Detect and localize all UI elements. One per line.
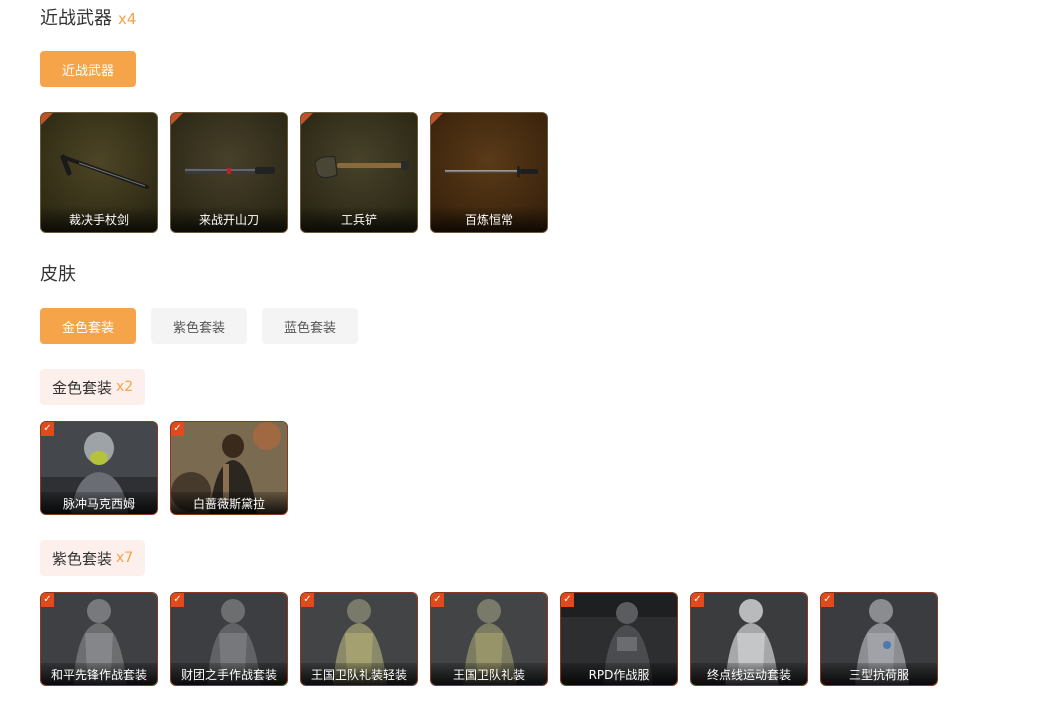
skin-name: 财团之手作战套装	[171, 663, 287, 685]
skin-name: 白蔷薇斯黛拉	[171, 492, 287, 514]
skin-name: 终点线运动套装	[691, 663, 807, 685]
skin-section-title: 皮肤	[40, 260, 76, 286]
selected-check-icon: ✓	[431, 593, 444, 607]
corner-flag-icon	[301, 113, 313, 125]
skin-card[interactable]: ✓ 王国卫队礼装轻装	[300, 592, 418, 686]
skin-card[interactable]: ✓ RPD作战服	[560, 592, 678, 686]
tab-blue-set[interactable]: 蓝色套装	[262, 308, 358, 344]
tab-gold-set-label: 金色套装	[61, 320, 114, 336]
shovel-icon	[314, 156, 409, 179]
sword-icon	[445, 166, 538, 177]
tab-gold-set[interactable]: 金色套装	[40, 308, 136, 344]
skin-card[interactable]: ✓ 三型抗荷服	[820, 592, 938, 686]
skin-card[interactable]: ✓ 白蔷薇斯黛拉	[170, 421, 288, 515]
corner-flag-icon	[41, 113, 53, 125]
skin-title: 皮肤	[40, 264, 76, 285]
skin-name: 脉冲马克西姆	[41, 492, 157, 514]
purple-group-label: 紫色套装 x7	[40, 540, 146, 576]
weapon-name: 裁决手杖剑	[41, 206, 157, 232]
skin-card[interactable]: ✓ 终点线运动套装	[690, 592, 808, 686]
purple-group-count: x7	[116, 550, 134, 566]
selected-check-icon: ✓	[41, 422, 54, 436]
selected-check-icon: ✓	[561, 593, 574, 607]
melee-title: 近战武器	[40, 8, 112, 29]
skin-name: 三型抗荷服	[821, 663, 937, 685]
weapon-card-shovel[interactable]: 工兵铲	[300, 112, 418, 233]
skin-name: 王国卫队礼装轻装	[301, 663, 417, 685]
selected-check-icon: ✓	[171, 422, 184, 436]
selected-check-icon: ✓	[171, 593, 184, 607]
skin-card[interactable]: ✓ 脉冲马克西姆	[40, 421, 158, 515]
tab-purple-set-label: 紫色套装	[172, 320, 225, 336]
weapon-name: 百炼恒常	[431, 206, 547, 232]
skin-card[interactable]: ✓ 和平先锋作战套装	[40, 592, 158, 686]
tab-blue-set-label: 蓝色套装	[283, 320, 336, 336]
weapon-name: 工兵铲	[301, 206, 417, 232]
purple-group-title: 紫色套装	[52, 549, 113, 568]
tab-purple-set[interactable]: 紫色套装	[151, 308, 247, 344]
tab-melee-label: 近战武器	[61, 63, 114, 79]
corner-flag-icon	[431, 113, 443, 125]
selected-check-icon: ✓	[821, 593, 834, 607]
weapon-name: 来战开山刀	[171, 206, 287, 232]
melee-count: x4	[118, 10, 137, 28]
skin-card[interactable]: ✓ 财团之手作战套装	[170, 592, 288, 686]
selected-check-icon: ✓	[301, 593, 314, 607]
weapon-card-sword[interactable]: 百炼恒常	[430, 112, 548, 233]
weapon-card-machete[interactable]: 来战开山刀	[170, 112, 288, 233]
machete-icon	[185, 167, 275, 174]
cane-sword-icon	[60, 154, 149, 189]
gold-group-count: x2	[116, 379, 134, 395]
melee-section-title: 近战武器 x4	[40, 4, 136, 30]
corner-flag-icon	[171, 113, 183, 125]
tab-melee[interactable]: 近战武器	[40, 51, 136, 87]
skin-name: 和平先锋作战套装	[41, 663, 157, 685]
weapon-card-cane-sword[interactable]: 裁决手杖剑	[40, 112, 158, 233]
skin-name: RPD作战服	[561, 663, 677, 685]
skin-card[interactable]: ✓ 王国卫队礼装	[430, 592, 548, 686]
selected-check-icon: ✓	[41, 593, 54, 607]
selected-check-icon: ✓	[691, 593, 704, 607]
gold-group-label: 金色套装 x2	[40, 369, 146, 405]
gold-group-title: 金色套装	[52, 378, 113, 397]
skin-name: 王国卫队礼装	[431, 663, 547, 685]
